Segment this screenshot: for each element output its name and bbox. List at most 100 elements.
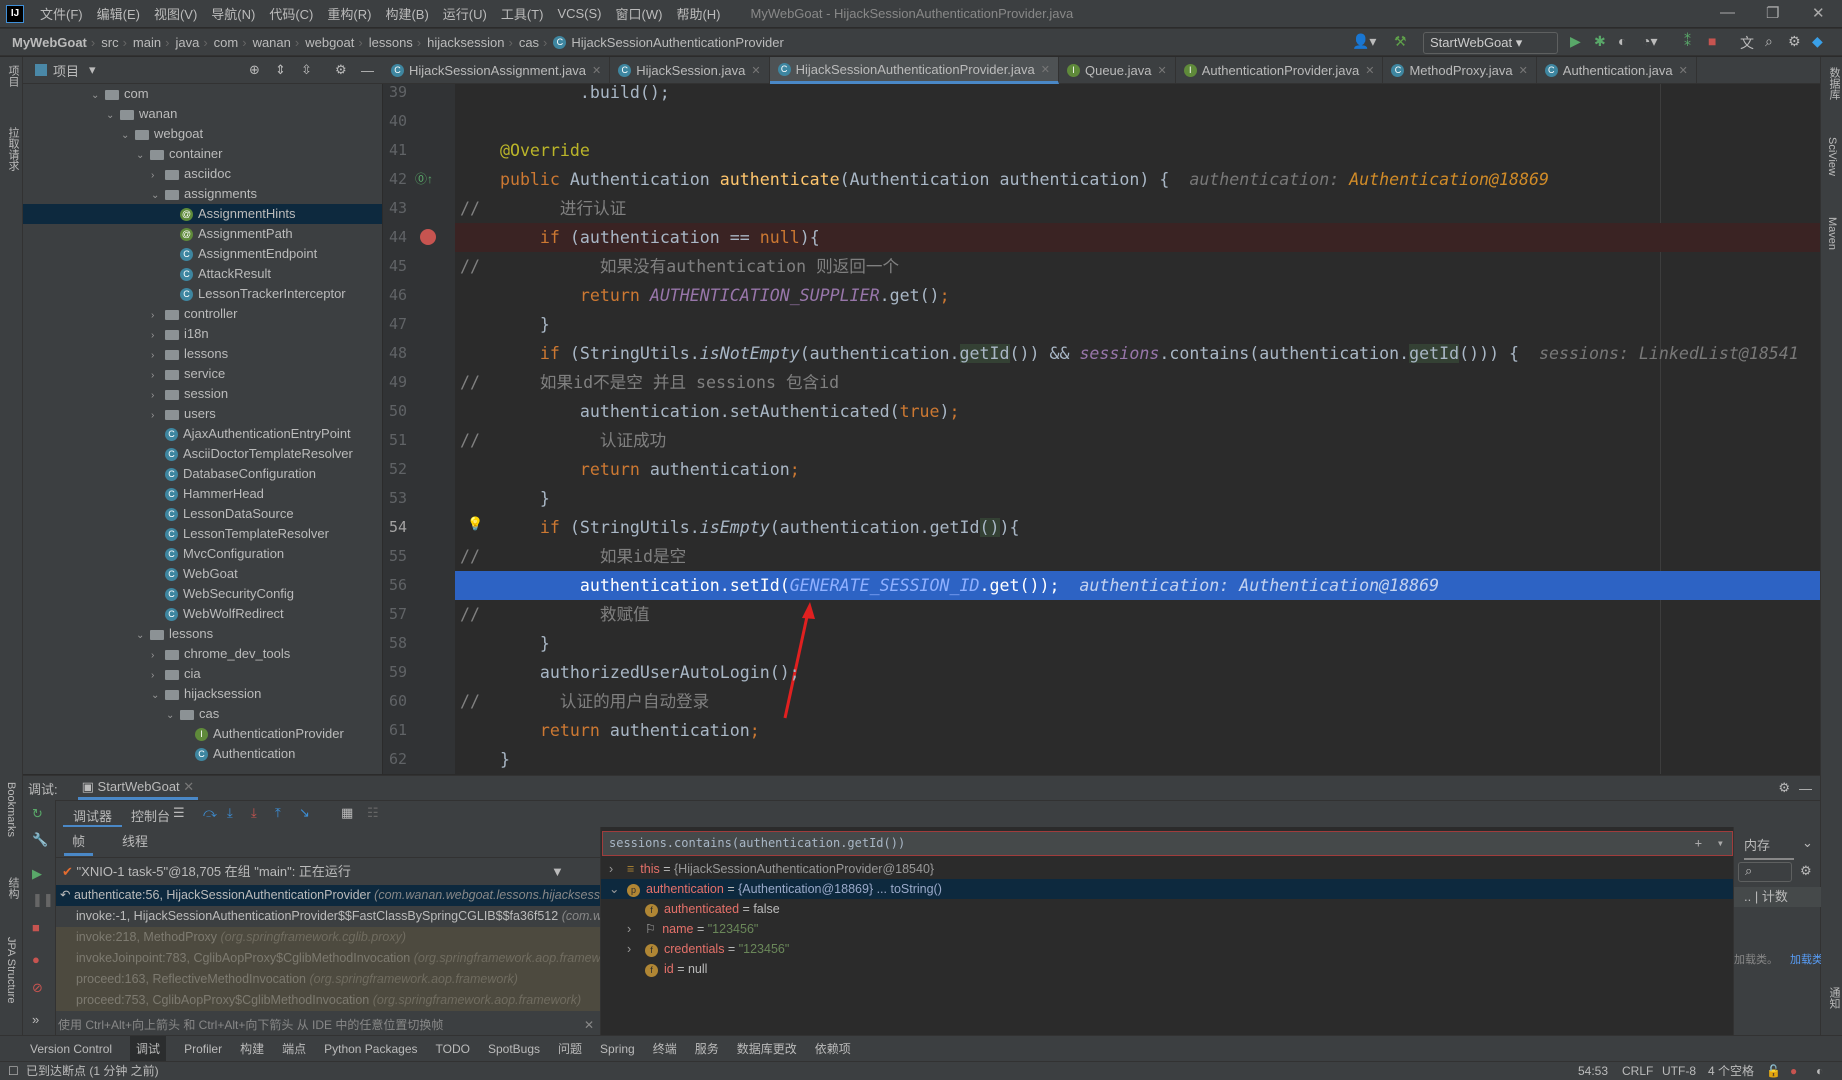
code-line[interactable]: authentication.setId(GENERATE_SESSION_ID… [455,571,1820,600]
menu-build[interactable]: 构建(B) [385,4,428,23]
menu-edit[interactable]: 编辑(E) [97,4,140,23]
tree-item-authentication[interactable]: C Authentication [23,744,295,764]
variable-row[interactable]: › f credentials = "123456" [601,939,1734,959]
tool-window-0[interactable]: Version Control [30,1042,112,1056]
chevron-down-icon[interactable]: ⌄ [151,186,165,206]
variable-row[interactable]: f authenticated = false [601,899,1734,919]
chevron-down-icon[interactable]: ⌄ [106,106,120,126]
code-line[interactable]: // 认证的用户自动登录 [455,687,1820,716]
load-classes-link[interactable]: 加载类 [1790,951,1821,967]
tool-window-12[interactable]: 数据库更改 [737,1040,797,1057]
tree-item-users[interactable]: › users [23,404,216,424]
tool-window-9[interactable]: Spring [600,1042,635,1056]
breadcrumb-item[interactable]: cas [519,35,539,50]
menu-tools[interactable]: 工具(T) [501,4,544,23]
memory-menu-icon[interactable]: ⌄ [1802,835,1813,851]
tab-console[interactable]: 控制台 [121,806,180,825]
override-marker-icon[interactable]: ⓪↑ [415,170,433,187]
code-line[interactable]: if (StringUtils.isNotEmpty(authenticatio… [455,339,1820,368]
tool-window-5[interactable]: Python Packages [324,1042,417,1056]
breadcrumb-item[interactable]: hijacksession [427,35,504,50]
tree-item-lessons[interactable]: ⌄ lessons [23,624,213,644]
close-tab-icon[interactable]: ✕ [592,64,601,77]
code-line[interactable]: if (authentication == null){ [455,223,1820,252]
sidebar-database[interactable]: 数据库 [1826,67,1842,100]
breadcrumb-item[interactable]: com [214,35,239,50]
breadcrumb-item[interactable]: main [133,35,161,50]
restore-icon[interactable]: ❐ [1766,4,1779,22]
gear-icon[interactable]: ⚙ [1778,780,1790,796]
tree-item-container[interactable]: ⌄ container [23,144,222,164]
profiler-icon[interactable]: ◔▾ [1642,33,1657,50]
coverage-icon[interactable]: ◐ [1618,33,1626,49]
memory-indicator-icon[interactable]: ◐ [1816,1062,1823,1080]
tree-item-asciidoctortemplateresolver[interactable]: C AsciiDoctorTemplateResolver [23,444,353,464]
code-line[interactable]: } [455,484,1820,513]
variable-row[interactable]: f id = null [601,959,1734,979]
status-toggle-icon[interactable]: ☐ [8,1062,19,1080]
tool-window-11[interactable]: 服务 [695,1040,719,1057]
code-line[interactable]: .build(); [455,78,1820,107]
tree-item-lessondatasource[interactable]: C LessonDataSource [23,504,294,524]
pause-icon[interactable]: ❚❚ [32,892,54,908]
view-breakpoints-icon[interactable]: ● [32,952,40,967]
tool-window-3[interactable]: 构建 [240,1040,264,1057]
hide-icon[interactable]: — [361,63,374,78]
search-icon[interactable]: ⌕ [1765,33,1773,50]
chevron-right-icon[interactable]: › [609,859,627,879]
hide-icon[interactable]: — [1799,781,1812,796]
close-tab-icon[interactable]: ✕ [1365,64,1374,77]
chevron-right-icon[interactable]: › [151,666,165,686]
step-over-icon[interactable]: ⤼ [203,805,217,821]
chevron-down-icon[interactable]: ⌄ [121,126,135,146]
code-line[interactable]: authorizedUserAutoLogin(); [455,658,1820,687]
chevron-right-icon[interactable]: › [151,366,165,386]
menu-file[interactable]: 文件(F) [40,4,83,23]
tree-item-webwolfredirect[interactable]: C WebWolfRedirect [23,604,284,624]
tool-window-8[interactable]: 问题 [558,1040,582,1057]
chevron-right-icon[interactable]: › [151,326,165,346]
code-line[interactable]: return authentication; [455,455,1820,484]
close-tab-icon[interactable]: ✕ [1157,64,1166,77]
tool-window-2[interactable]: Profiler [184,1042,222,1056]
code-line[interactable]: // 如果id不是空 并且 sessions 包含id [455,368,1820,397]
menu-window[interactable]: 窗口(W) [616,4,663,23]
breadcrumb-item[interactable]: src [101,35,118,50]
breadcrumb-item[interactable]: java [175,35,199,50]
evaluate-expression-input[interactable]: sessions.contains(authentication.getId()… [602,831,1733,856]
gear-icon[interactable]: ⚙ [335,62,347,78]
chevron-right-icon[interactable]: › [151,386,165,406]
code-line[interactable]: return AUTHENTICATION_SUPPLIER.get(); [455,281,1820,310]
history-dropdown-icon[interactable]: ▾ [1717,832,1724,855]
code-line[interactable]: } [455,629,1820,658]
stack-frame[interactable]: proceed:753, CglibAopProxy$CglibMethodIn… [56,990,600,1011]
close-hint-icon[interactable]: ✕ [584,1015,594,1035]
close-icon[interactable]: ✕ [1812,4,1825,22]
breadcrumb-item[interactable]: HijackSessionAuthenticationProvider [571,35,783,50]
trace-icon[interactable]: ☷ [367,805,379,821]
chevron-down-icon[interactable]: ⌄ [136,626,150,646]
tool-window-10[interactable]: 终端 [653,1040,677,1057]
code-line[interactable]: // 如果id是空 [455,542,1820,571]
step-into-icon[interactable]: ⤓ [227,805,233,821]
menu-navigate[interactable]: 导航(N) [211,4,255,23]
resume-icon[interactable]: ▶ [32,866,42,882]
project-title[interactable]: 项目 [53,61,79,80]
tree-item-cas[interactable]: ⌄ cas [23,704,219,724]
translate-icon[interactable]: 文 [1740,33,1754,53]
attach-debugger-icon[interactable]: ⁑ [1684,33,1691,50]
lock-icon[interactable]: 🔓 [1766,1062,1781,1080]
step-out-icon[interactable]: ⤒ [275,805,281,821]
sidebar-maven[interactable]: Maven [1826,217,1838,250]
tree-item-mvcconfiguration[interactable]: C MvcConfiguration [23,544,284,564]
sidebar-project[interactable]: 项目 [5,65,21,87]
line-separator[interactable]: CRLF [1622,1062,1653,1080]
chevron-right-icon[interactable]: › [627,939,645,959]
tree-item-assignments[interactable]: ⌄ assignments [23,184,257,204]
variable-row[interactable]: ⌄ p authentication = {Authentication@18869… [601,879,1734,899]
evaluate-icon[interactable]: ▦ [341,805,353,821]
tree-item-lessontemplateresolver[interactable]: C LessonTemplateResolver [23,524,329,544]
sidebar-notifications[interactable]: 通知 [1826,987,1842,1009]
user-icon[interactable]: 👤▾ [1352,33,1376,50]
variable-row[interactable]: › ≡ this = {HijackSessionAuthenticationPro… [601,859,1734,879]
